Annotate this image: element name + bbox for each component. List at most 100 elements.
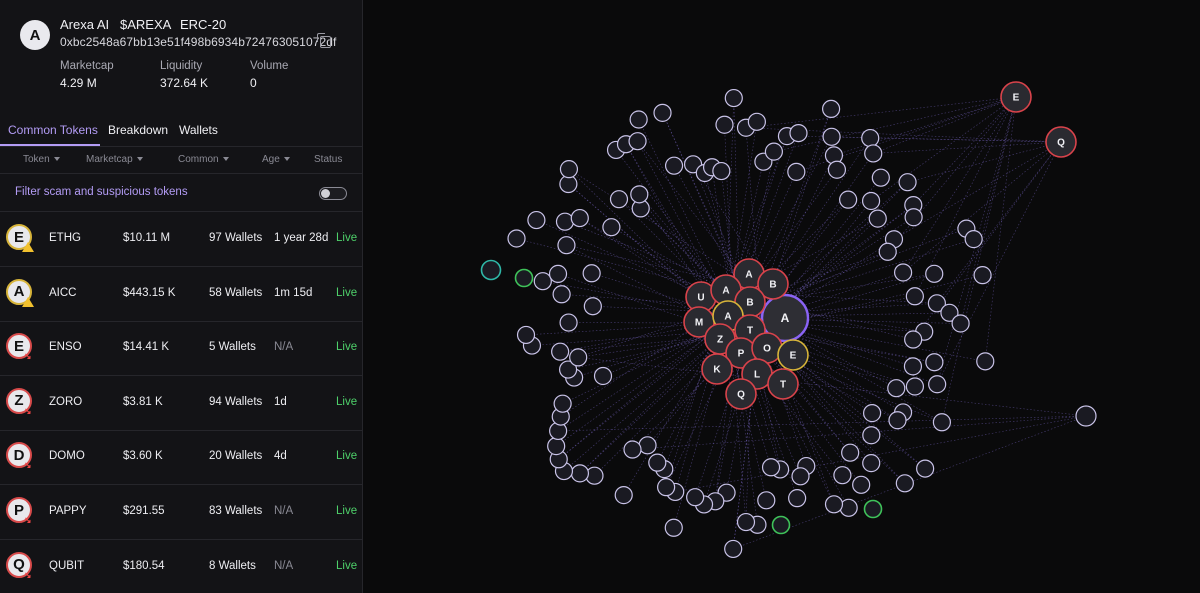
wallet-node[interactable] bbox=[905, 377, 925, 396]
wallet-node-green[interactable] bbox=[514, 268, 534, 288]
wallet-node[interactable] bbox=[928, 375, 947, 394]
wallet-node[interactable] bbox=[904, 208, 923, 227]
wallet-node[interactable] bbox=[833, 466, 852, 485]
wallet-node[interactable] bbox=[623, 440, 642, 459]
token-row[interactable]: Q ↘ QUBIT $180.54 8 Wallets N/A Live bbox=[0, 540, 362, 593]
wallet-node[interactable] bbox=[582, 264, 601, 283]
wallet-node[interactable] bbox=[822, 127, 841, 146]
wallet-node[interactable] bbox=[583, 297, 602, 316]
wallet-node[interactable] bbox=[827, 160, 847, 179]
wallet-node[interactable] bbox=[764, 142, 783, 161]
wallet-node[interactable] bbox=[925, 353, 944, 372]
wallet-node-teal[interactable] bbox=[480, 259, 502, 281]
wallet-node[interactable] bbox=[638, 436, 657, 455]
wallet-node[interactable] bbox=[533, 272, 552, 291]
wallet-node[interactable] bbox=[868, 209, 887, 228]
wallet-node[interactable] bbox=[648, 453, 667, 472]
wallet-node[interactable] bbox=[791, 467, 810, 486]
wallet-node[interactable] bbox=[788, 489, 807, 508]
copy-icon[interactable] bbox=[317, 33, 331, 48]
wallet-node[interactable] bbox=[527, 210, 546, 230]
token-row[interactable]: D ↘ DOMO $3.60 K 20 Wallets 4d Live bbox=[0, 430, 362, 486]
column-marketcap[interactable]: Marketcap bbox=[86, 154, 143, 165]
tab-breakdown[interactable]: Breakdown bbox=[108, 123, 168, 137]
wallet-node[interactable] bbox=[559, 160, 579, 179]
wallet-node[interactable] bbox=[888, 411, 907, 430]
wallet-node[interactable] bbox=[976, 352, 995, 371]
wallet-node[interactable] bbox=[724, 88, 743, 108]
wallet-node[interactable] bbox=[547, 437, 566, 456]
wallet-node[interactable] bbox=[557, 236, 576, 255]
wallet-node[interactable] bbox=[878, 242, 897, 261]
wallet-node[interactable] bbox=[555, 212, 575, 231]
token-row[interactable]: A AICC $443.15 K 58 Wallets 1m 15d Live bbox=[0, 267, 362, 322]
wallet-node[interactable] bbox=[761, 458, 781, 477]
wallet-node[interactable] bbox=[862, 454, 881, 473]
wallet-node[interactable] bbox=[609, 190, 629, 209]
wallet-node[interactable] bbox=[925, 264, 944, 283]
wallet-node[interactable] bbox=[686, 488, 705, 507]
wallet-node[interactable] bbox=[895, 474, 914, 493]
wallet-node[interactable] bbox=[787, 162, 806, 181]
wallet-node[interactable] bbox=[964, 230, 983, 249]
wallet-node[interactable] bbox=[614, 486, 633, 505]
token-row[interactable]: E ↘ ENSO $14.41 K5 Wallets N/A Live bbox=[0, 321, 362, 377]
wallet-node[interactable] bbox=[628, 132, 647, 151]
token-row[interactable]: Z ↘ ZORO $3.81 K 94 Wallets 1d Live bbox=[0, 376, 362, 431]
wallet-node[interactable] bbox=[657, 478, 676, 497]
column-token[interactable]: Token bbox=[23, 154, 60, 165]
wallet-node[interactable] bbox=[852, 475, 871, 494]
wallet-node[interactable] bbox=[736, 512, 756, 532]
wallet-graph[interactable]: E Q A A B U A B M A T Z P O E K L T Q bbox=[363, 0, 1200, 593]
wallet-node[interactable] bbox=[747, 112, 766, 131]
wallet-node[interactable] bbox=[862, 404, 882, 423]
wallet-node[interactable] bbox=[653, 103, 672, 122]
wallet-node[interactable] bbox=[570, 208, 589, 228]
wallet-node[interactable] bbox=[664, 156, 684, 175]
wallet-node[interactable] bbox=[712, 161, 731, 181]
wallet-node[interactable] bbox=[724, 539, 743, 559]
wallet-node[interactable] bbox=[552, 285, 571, 304]
column-common[interactable]: Common bbox=[178, 154, 229, 165]
wallet-node[interactable] bbox=[893, 263, 913, 282]
wallet-node[interactable] bbox=[507, 229, 526, 248]
wallet-node[interactable] bbox=[932, 413, 951, 432]
wallet-node[interactable] bbox=[821, 99, 841, 118]
wallet-node[interactable] bbox=[871, 168, 890, 187]
wallet-node[interactable] bbox=[553, 394, 572, 413]
wallet-node[interactable] bbox=[824, 495, 844, 514]
wallet-node-green[interactable] bbox=[771, 515, 791, 535]
wallet-node[interactable] bbox=[916, 459, 935, 478]
wallet-node[interactable] bbox=[757, 491, 776, 510]
wallet-node[interactable] bbox=[570, 464, 590, 483]
wallet-node[interactable] bbox=[551, 342, 570, 361]
column-status[interactable]: Status bbox=[314, 154, 342, 165]
wallet-node[interactable] bbox=[559, 313, 578, 332]
wallet-node[interactable] bbox=[1075, 405, 1097, 427]
wallet-node[interactable] bbox=[593, 366, 613, 386]
token-row[interactable]: P ↘ PAPPY $291.55 83 Wallets N/A Live bbox=[0, 485, 362, 540]
wallet-node[interactable] bbox=[664, 518, 683, 537]
wallet-node[interactable] bbox=[973, 266, 992, 285]
wallet-node[interactable] bbox=[841, 443, 860, 462]
column-age[interactable]: Age bbox=[262, 154, 290, 165]
wallet-node[interactable] bbox=[629, 110, 648, 129]
tab-common-tokens[interactable]: Common Tokens bbox=[8, 123, 98, 137]
scam-filter-toggle[interactable] bbox=[319, 187, 347, 200]
wallet-node[interactable] bbox=[548, 264, 568, 283]
wallet-node[interactable] bbox=[898, 173, 917, 192]
wallet-node[interactable] bbox=[789, 123, 808, 143]
wallet-node[interactable] bbox=[861, 191, 881, 211]
wallet-node[interactable] bbox=[839, 190, 858, 209]
wallet-node[interactable] bbox=[715, 115, 734, 134]
tab-wallets[interactable]: Wallets bbox=[179, 123, 218, 137]
wallet-node[interactable] bbox=[569, 348, 588, 367]
wallet-node[interactable] bbox=[864, 144, 883, 163]
wallet-node[interactable] bbox=[516, 325, 536, 345]
wallet-node[interactable] bbox=[951, 314, 970, 333]
wallet-node[interactable] bbox=[903, 357, 923, 376]
wallet-node[interactable] bbox=[602, 218, 621, 237]
token-row[interactable]: E ETHG $10.11 M 97 Wallets 1 year 28d Live bbox=[0, 212, 362, 267]
wallet-node[interactable] bbox=[630, 185, 649, 204]
wallet-node[interactable] bbox=[887, 379, 906, 398]
